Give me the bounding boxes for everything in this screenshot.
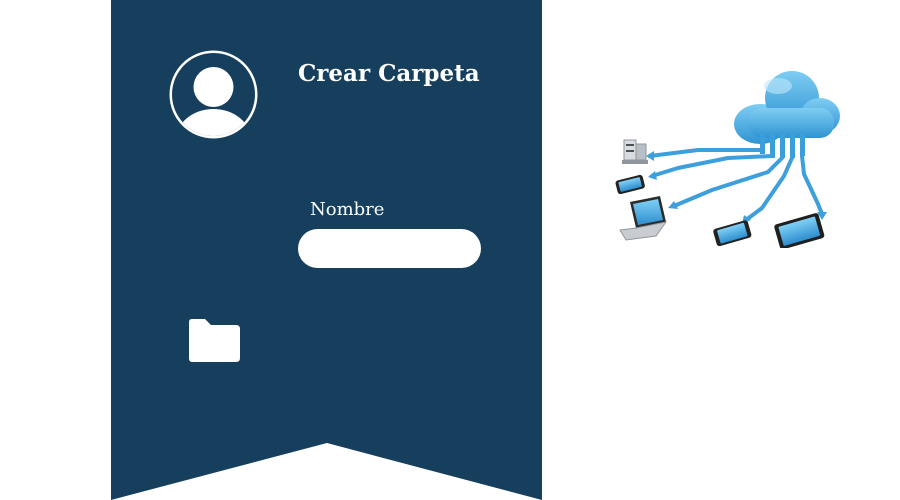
folder-icon bbox=[186, 318, 242, 364]
page-title: Crear Carpeta bbox=[298, 60, 480, 87]
cloud-network-illustration bbox=[608, 64, 844, 250]
user-avatar-icon bbox=[168, 49, 259, 140]
create-folder-screen: Crear Carpeta Nombre bbox=[0, 0, 900, 500]
name-input[interactable] bbox=[298, 229, 481, 268]
name-field-label: Nombre bbox=[310, 199, 385, 220]
cloud-icon bbox=[734, 71, 840, 144]
create-folder-button[interactable] bbox=[186, 318, 242, 364]
